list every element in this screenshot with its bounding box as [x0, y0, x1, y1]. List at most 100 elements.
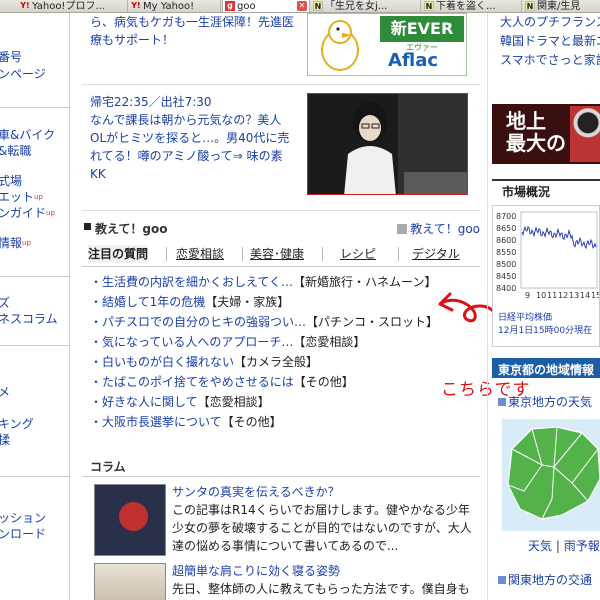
ad-photo[interactable] [307, 93, 468, 195]
section-title: 市場概況 [502, 185, 551, 199]
duck-icon [321, 20, 359, 71]
tab-featured[interactable]: 注目の質問 [88, 245, 149, 263]
left-nav-item[interactable]: 揉 [0, 432, 10, 448]
aflac-logo: Aflac [388, 50, 439, 71]
left-nav-item[interactable]: 車&バイク [0, 127, 55, 143]
question-category[interactable]: 【パチンコ・スロット】 [306, 315, 438, 329]
up-badge: up [34, 193, 43, 201]
question-category[interactable]: 【その他】 [222, 415, 282, 429]
question-category[interactable]: 【カメラ全般】 [234, 355, 318, 369]
divider [0, 276, 69, 277]
divider [398, 247, 399, 261]
up-badge: up [46, 209, 55, 217]
list-item: ・パチスロでの自分のヒキの強弱つい…【パチンコ・スロット】 [90, 312, 480, 332]
banner-text: 地上 [506, 109, 546, 133]
y-tick-label: 8550 [496, 248, 516, 257]
left-nav-item[interactable]: ンロード [0, 526, 46, 542]
tab-page-2[interactable]: N 下着を盗く... [422, 0, 522, 12]
question-link[interactable]: ・たばこのポイ捨てをやめさせるには [90, 375, 294, 389]
banner-text: 最大の [506, 131, 566, 155]
list-item: ・結婚して1年の危機【夫婦・家族】 [90, 292, 480, 312]
stock-chart: 8700 8650 8600 8550 8500 8450 8400 9 10 11 12 13 14… [496, 211, 599, 300]
question-link[interactable]: ・生活費の内訳を細かくおしえてく… [90, 275, 293, 289]
list-item: ・たばこのポイ捨てをやめさせるには【その他】 [90, 372, 480, 392]
left-nav-item[interactable]: 式場 [0, 173, 22, 189]
page-icon: N [313, 1, 323, 11]
column-title-link[interactable]: サンタの真実を伝えるべきか？ [172, 483, 340, 501]
weather-link-rain[interactable]: 雨予報 [564, 539, 600, 553]
column-header: コラム [82, 455, 480, 477]
market-caption[interactable]: 日経平均株価 [498, 310, 552, 323]
ajinomoto-ad[interactable]: 帰宅22:35／出社7:30 なんで課長は朝から元気なの？美人OLがヒミツを探る… [90, 93, 295, 183]
arrow-icon [397, 224, 408, 234]
right-links: 大人のプチフランス 韓国ドラマと最新エ スマホでさっと家計 [500, 13, 600, 70]
question-link[interactable]: ・気になっている人へのアプローチ… [90, 335, 293, 349]
tab-recipe[interactable]: レシピ [340, 245, 376, 263]
weather-links: 天気 | 雨予報 [528, 539, 600, 553]
question-category[interactable]: 【夫婦・家族】 [205, 295, 289, 309]
y-tick-label: 8450 [496, 272, 516, 281]
question-link[interactable]: ・パチスロでの自分のヒキの強弱つい… [90, 315, 306, 329]
x-tick-label: 13 [569, 291, 579, 300]
santa-thumbnail[interactable] [94, 484, 166, 556]
y-tick-label: 8700 [496, 212, 516, 221]
woman-photo [308, 94, 467, 194]
left-nav-item[interactable]: ズ [0, 295, 10, 311]
ever-logo: 新EVER [380, 16, 464, 42]
left-nav-item[interactable]: &転職 [0, 143, 31, 159]
x-tick-label: 14 [580, 291, 590, 300]
weather-link-tenki[interactable]: 天気 [528, 539, 552, 553]
column-thumbnail[interactable] [94, 563, 166, 600]
question-link[interactable]: ・結婚して1年の危機 [90, 295, 205, 309]
tab-beauty[interactable]: 美容･健康 [250, 245, 304, 263]
divider [166, 247, 167, 261]
tab-page-1[interactable]: N 「生兄を女j... [311, 0, 421, 12]
left-nav-item[interactable]: キング [0, 416, 34, 432]
question-link[interactable]: ・大阪市長選挙について [90, 415, 222, 429]
aflac-ad[interactable]: 新EVER エヴァー Aflac [307, 13, 467, 76]
list-item: ・白いものが白く撮れない【カメラ全般】 [90, 352, 480, 372]
question-category[interactable]: 【恋愛相談】 [293, 335, 365, 349]
tab-digital[interactable]: デジタル [412, 245, 460, 263]
left-nav-item[interactable]: エットup [0, 189, 43, 205]
question-category[interactable]: 【その他】 [294, 375, 354, 389]
tab-page-3[interactable]: N 関東/生見 [523, 0, 600, 12]
astro-boy-banner[interactable]: 地上 最大の [492, 104, 600, 164]
left-nav-item[interactable]: ッション [0, 510, 46, 526]
close-icon[interactable]: ✕ [297, 1, 307, 11]
right-link[interactable]: 大人のプチフランス [500, 13, 600, 32]
traffic-link[interactable]: 関東地方の交通 [498, 571, 592, 588]
question-category[interactable]: 【新婚旅行・ハネムーン】 [293, 275, 436, 289]
ad-text[interactable]: ら、病気もケガも一生涯保障！先進医療もサポート！ [90, 13, 300, 49]
right-sidebar: 大人のプチフランス 韓国ドラマと最新エ スマホでさっと家計 地上 最大の 市場概… [492, 13, 600, 600]
question-link[interactable]: ・好きな人に関して [90, 395, 198, 409]
left-nav-item[interactable]: ンガイドup [0, 205, 55, 221]
left-nav-item[interactable]: ネスコラム [0, 311, 58, 327]
right-link[interactable]: スマホでさっと家計 [500, 51, 600, 70]
tab-goo[interactable]: g goo ✕ [222, 0, 310, 12]
section-title: 教えて！goo [95, 222, 168, 236]
tab-yahoo-prof[interactable]: Y! Yahoo!プロフ... [18, 0, 128, 12]
tab-love[interactable]: 恋愛相談 [176, 245, 224, 263]
left-nav-item[interactable]: メ [0, 384, 10, 400]
page: Y! Yahoo!プロフ... Y! My Yahoo! g goo ✕ N 「… [0, 0, 600, 600]
divider [82, 84, 480, 85]
left-nav-item[interactable]: ンページ [0, 66, 46, 82]
tab-my-yahoo[interactable]: Y! My Yahoo! [129, 0, 221, 12]
question-category[interactable]: 【恋愛相談】 [198, 395, 270, 409]
column-title-link[interactable]: 超簡単な肩こりに効く寝る姿勢 [172, 562, 340, 580]
right-link[interactable]: 韓国ドラマと最新エ [500, 32, 600, 51]
weather-link[interactable]: 東京地方の天気 [498, 393, 592, 410]
list-item: ・生活費の内訳を細かくおしえてく…【新婚旅行・ハネムーン】 [90, 272, 480, 292]
square-bullet-icon [84, 223, 91, 230]
y-tick-label: 8600 [496, 236, 516, 245]
question-link[interactable]: ・白いものが白く撮れない [90, 355, 234, 369]
square-bullet-icon [498, 576, 506, 584]
weather-map[interactable] [502, 419, 600, 531]
left-nav-item[interactable]: 情報up [0, 235, 31, 251]
oshiete-link[interactable]: 教えて！goo [397, 220, 480, 237]
left-nav-item[interactable]: 番号 [0, 49, 22, 65]
weather-header: 東京都の地域情報 [492, 358, 600, 378]
x-tick-label: 11 [547, 291, 557, 300]
y-tick-label: 8650 [496, 224, 516, 233]
